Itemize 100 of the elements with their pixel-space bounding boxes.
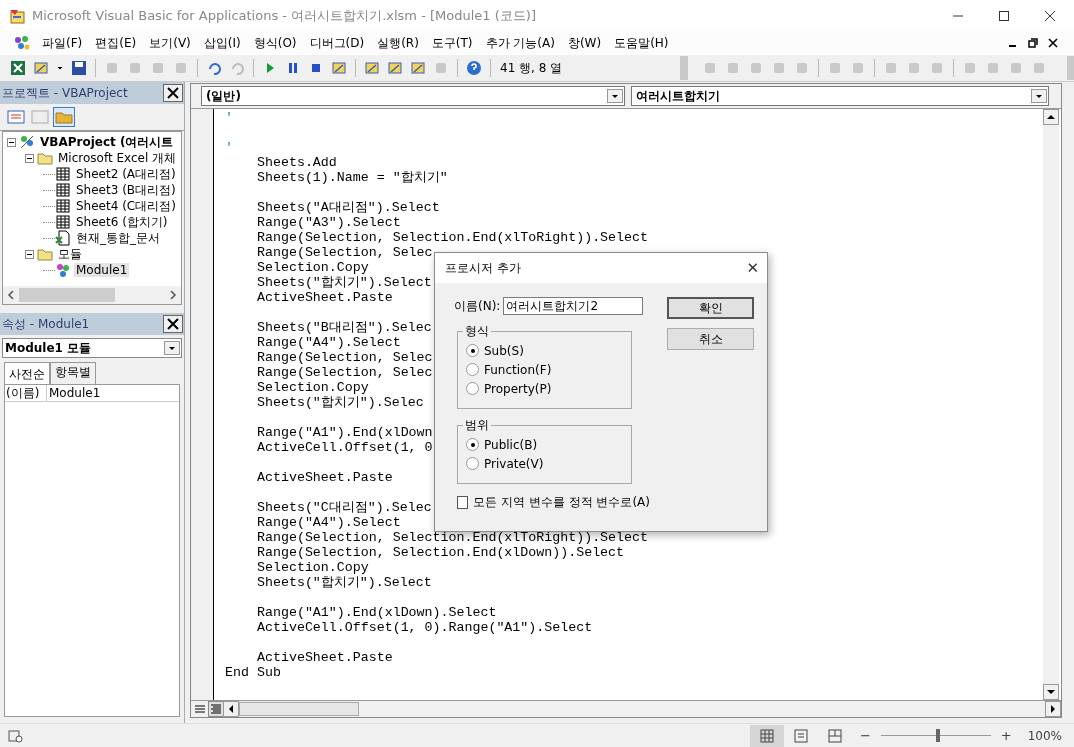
save-icon[interactable]	[71, 60, 87, 76]
dropdown-icon[interactable]	[164, 341, 180, 355]
tree-item[interactable]: Sheet4 (C대리점)	[74, 197, 178, 215]
scroll-thumb[interactable]	[239, 702, 359, 716]
radio-button[interactable]	[466, 438, 479, 451]
scroll-right-icon[interactable]	[1045, 701, 1061, 717]
menu-item[interactable]: 추가 기능(A)	[485, 34, 555, 52]
excel-icon[interactable]	[10, 60, 26, 76]
property-name: (이름)	[5, 384, 47, 402]
radio-button[interactable]	[466, 363, 479, 376]
object-dropdown[interactable]: (일반)	[201, 86, 625, 106]
code-line: ActiveSheet.Paste	[257, 290, 393, 305]
menu-item[interactable]: 삽입(I)	[203, 34, 241, 52]
menu-item[interactable]: 디버그(D)	[309, 34, 365, 52]
dialog-title: 프로시저 추가	[445, 259, 521, 277]
checkbox-label[interactable]: 모든 지역 변수를 정적 변수로(A)	[473, 494, 650, 511]
tree-item[interactable]: 현재_통합_문서	[74, 229, 162, 247]
object-dropdown[interactable]: Module1 모듈	[2, 338, 182, 358]
tree-item[interactable]: 모듈	[56, 245, 84, 263]
tree-item[interactable]: Module1	[74, 263, 130, 277]
module-view-icon[interactable]	[209, 702, 223, 716]
option-label[interactable]: Private(V)	[484, 456, 544, 471]
collapse-toggle[interactable]	[25, 153, 34, 163]
undo-icon[interactable]	[206, 60, 222, 76]
menu-item[interactable]: 실행(R)	[377, 34, 419, 52]
field-label: 이름(N):	[454, 297, 501, 315]
maximize-icon[interactable]	[998, 9, 1010, 22]
collapse-toggle[interactable]	[25, 249, 34, 259]
code-line: Range("A1").End(xlDown).Select	[257, 605, 497, 620]
scroll-left-icon[interactable]	[223, 701, 239, 717]
menu-item[interactable]: 도구(T)	[431, 34, 473, 52]
grid-view-icon[interactable]	[749, 724, 784, 747]
procedure-dropdown[interactable]: 여러시트합치기	[631, 86, 1049, 106]
code-line: Range(Selection, Selection.End(xlDown)).Select	[257, 545, 625, 560]
radio-button[interactable]	[466, 457, 479, 470]
option-label[interactable]: Sub(S)	[484, 343, 524, 358]
checkbox[interactable]	[457, 496, 469, 509]
scroll-thumb[interactable]	[19, 288, 115, 302]
dropdown-icon[interactable]	[1031, 89, 1047, 103]
tab[interactable]: 사전순	[4, 362, 50, 384]
code-line: Range(Selection, Selec	[257, 365, 433, 380]
option-label[interactable]: Public(B)	[484, 437, 538, 452]
menu-item[interactable]: 도움말(H)	[614, 34, 669, 52]
code-line: Sheets.Add	[257, 155, 337, 170]
menu-item[interactable]: 창(W)	[567, 34, 602, 52]
zoom-out-button[interactable]: −	[859, 728, 871, 743]
code-line: Selection.Copy	[257, 260, 369, 275]
menu-item[interactable]: 형식(O)	[253, 34, 297, 52]
panel-title: 속성 - Module1	[2, 315, 90, 333]
property-value[interactable]: Module1	[47, 386, 101, 400]
tab[interactable]: 항목별	[50, 362, 96, 384]
option-label[interactable]: Function(F)	[484, 362, 552, 377]
code-line: Sheets("합치기").Select	[257, 275, 432, 290]
worksheet-icon	[55, 166, 71, 182]
dropdown-icon[interactable]	[607, 89, 623, 103]
close-icon[interactable]	[163, 315, 183, 333]
window-title: Microsoft Visual Basic for Applications - 여러시트합치기.xlsm - [Module1 (코드)]	[32, 6, 537, 25]
code-line: Range(Selection, Selec	[257, 350, 433, 365]
tree-item[interactable]: Sheet2 (A대리점)	[74, 165, 178, 183]
close-button[interactable]: ✕	[746, 259, 759, 277]
menu-item[interactable]: 보기(V)	[149, 34, 191, 52]
group-label: 범위	[464, 417, 490, 434]
code-comment: '	[225, 110, 233, 125]
macro-record-icon[interactable]	[8, 727, 24, 744]
tree-item[interactable]: Sheet6 (합치기)	[74, 213, 170, 231]
code-line: Sheets("C대리점").Selec	[257, 500, 432, 515]
close-icon[interactable]	[1044, 9, 1056, 22]
code-line: Sheets("합치기").Select	[257, 575, 432, 590]
group-label: 형식	[464, 323, 490, 340]
zoom-in-button[interactable]: +	[1000, 728, 1012, 743]
zoom-slider[interactable]	[878, 729, 993, 742]
procedure-view-icon[interactable]	[193, 702, 207, 716]
worksheet-icon	[55, 198, 71, 214]
code-line: Range("A4").Select	[257, 515, 401, 530]
scroll-down-icon[interactable]	[1043, 684, 1059, 700]
dialog-button[interactable]: 확인	[667, 297, 754, 319]
slider-thumb[interactable]	[935, 729, 940, 742]
workbook-icon	[55, 230, 71, 246]
close-icon[interactable]	[163, 84, 183, 102]
tree-item[interactable]: Sheet3 (B대리점)	[74, 181, 178, 199]
code-line: Range(Selection, Selection.End(xlToRight)).Select	[257, 230, 648, 245]
collapse-toggle[interactable]	[7, 137, 16, 147]
radio-button[interactable]	[466, 382, 479, 395]
panel-title: 프로젝트 - VBAProject	[2, 84, 128, 102]
menu-item[interactable]: 편집(E)	[95, 34, 137, 52]
code-line: Range(Selection, Selec	[257, 245, 433, 260]
radio-button[interactable]	[466, 344, 479, 357]
scroll-up-icon[interactable]	[1043, 109, 1059, 125]
tree-item[interactable]: VBAProject (여러시트	[38, 133, 176, 151]
close-icon[interactable]	[1048, 38, 1058, 48]
menu-item[interactable]: 파일(F)	[42, 34, 83, 52]
option-label[interactable]: Property(P)	[484, 381, 552, 396]
restore-icon[interactable]	[1028, 38, 1038, 48]
tree-item[interactable]: Microsoft Excel 개체	[56, 149, 179, 167]
code-line: Range("A1").End(xlDown	[257, 425, 433, 440]
code-line: End Sub	[225, 665, 281, 680]
name-field[interactable]: 여러시트합치기2	[503, 297, 644, 315]
zoom-level: 100%	[1027, 728, 1062, 743]
help-icon[interactable]	[466, 60, 482, 76]
dialog-button[interactable]: 취소	[667, 328, 754, 350]
